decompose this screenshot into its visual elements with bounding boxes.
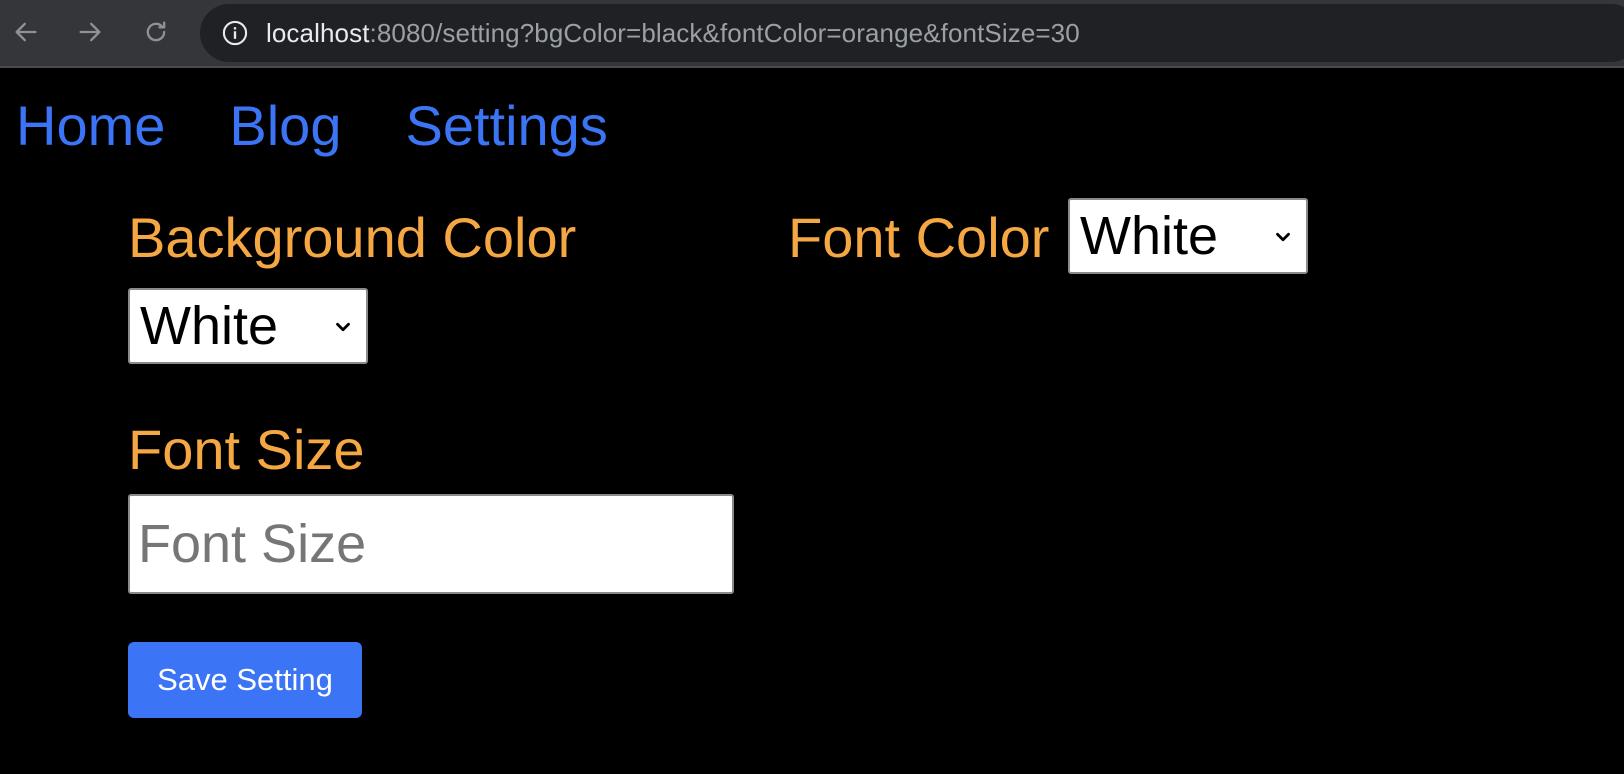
background-color-select[interactable]: White [128,288,368,364]
save-setting-button[interactable]: Save Setting [128,642,362,718]
top-nav: Home Blog Settings [16,98,608,154]
url-host: localhost [266,17,370,48]
chevron-down-icon [1276,232,1290,242]
reload-button[interactable] [138,14,174,50]
forward-button[interactable] [72,14,108,50]
url-text[interactable]: localhost:8080/setting?bgColor=black&fon… [266,18,1080,49]
arrow-left-icon [15,22,37,42]
nav-link-blog[interactable]: Blog [229,98,341,154]
back-button[interactable] [8,14,44,50]
nav-link-settings[interactable]: Settings [405,98,607,154]
chevron-down-icon [336,322,350,332]
page-content: Home Blog Settings Background Color Font… [0,68,1624,774]
background-color-selected-value: White [140,296,279,356]
background-color-label: Background Color [128,206,577,269]
url-path: :8080/setting?bgColor=black&fontColor=or… [369,17,1080,48]
font-size-input[interactable] [128,494,734,594]
font-color-select[interactable]: White [1068,198,1308,274]
info-icon[interactable] [220,18,250,48]
arrow-right-icon [79,22,101,42]
font-color-label: Font Color [788,206,1050,269]
font-color-selected-value: White [1080,206,1219,266]
font-size-label: Font Size [128,418,365,481]
reload-icon [146,21,166,42]
browser-toolbar: localhost:8080/setting?bgColor=black&fon… [0,0,1624,68]
address-bar[interactable]: localhost:8080/setting?bgColor=black&fon… [200,4,1624,62]
nav-link-home[interactable]: Home [16,98,165,154]
